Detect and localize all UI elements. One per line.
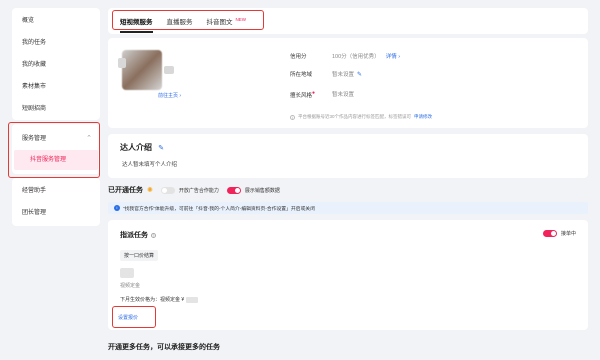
sidebar-item-my-tasks[interactable]: 我的任务 (12, 32, 100, 54)
accept-orders-toggle[interactable] (542, 230, 557, 237)
region-label: 所在地域 (290, 72, 313, 78)
homepage-link[interactable]: 前往主页 › (158, 92, 181, 99)
settlement-tag: 按一口价结算 (120, 250, 159, 261)
credit-row: 信用分 100分（信用优秀） 详情 › (290, 52, 400, 60)
required-dot: ● (312, 90, 316, 96)
sidebar-item-business-assistant[interactable]: 经营助手 (12, 180, 100, 202)
intro-text: 达人暂未填写个人介绍 (122, 162, 178, 168)
blurred-id (164, 66, 174, 74)
sales-data-toggle[interactable] (226, 186, 241, 194)
blurred-name (118, 58, 126, 68)
tip-text: 平台根据账号近30个作品内容进行标签匹配，标签错误可 (298, 114, 412, 119)
sidebar-group-bottom: 经营助手 团长管理 (12, 178, 100, 226)
edit-icon[interactable]: ✎ (357, 71, 362, 78)
ad-cooperation-toggle[interactable] (160, 186, 175, 194)
avatar (122, 50, 162, 90)
services-header: 已开通任务 ✺ 开放广告合作能力 展示销售额数据 (108, 184, 588, 196)
info-icon: i (114, 205, 120, 211)
region-row: 所在地域 暂未设置 ✎ (290, 70, 362, 79)
next-month-price: 下月生效价格为：视频定金 ¥ (120, 296, 198, 303)
highlight-tabs (112, 10, 264, 30)
credit-details-link[interactable]: 详情 › (386, 52, 400, 60)
help-icon[interactable]: ? (151, 232, 156, 238)
highlight-set-price (112, 306, 156, 328)
sidebar: 概览 我的任务 我的收藏 素材集市 短剧招商 服务管理 ⌃ 抖音服务管理 经营助… (8, 8, 100, 344)
sidebar-item-material-market[interactable]: 素材集市 (12, 76, 100, 98)
notice-bar: i “找我官方合作”体能升级，可前往「抖音-我的-个人简介-编辑资料页-合作设置… (108, 202, 588, 214)
sidebar-group-top: 概览 我的任务 我的收藏 素材集市 短剧招商 (12, 8, 100, 120)
intro-card: 达人介绍 ✎ 达人暂未填写个人介绍 (108, 134, 588, 178)
next-price-text: 下月生效价格为：视频定金 ¥ (120, 297, 185, 303)
sidebar-item-favorites[interactable]: 我的收藏 (12, 54, 100, 76)
task-title-text: 指派任务 (120, 232, 148, 239)
notice-text: “找我官方合作”体能升级，可前往「抖音-我的-个人简介-编辑资料页-合作设置」开… (123, 206, 315, 212)
sidebar-item-overview[interactable]: 概览 (12, 10, 100, 32)
services-title: 已开通任务 (108, 187, 143, 194)
task-status: 接单中 (535, 230, 576, 237)
task-title: 指派任务? (120, 230, 156, 240)
info-icon: i (290, 114, 295, 120)
style-tip: i 平台根据账号近30个作品内容进行标签匹配，标签错误可 申请修改 (290, 114, 432, 120)
sidebar-item-short-drama[interactable]: 短剧招商 (12, 98, 100, 120)
style-row: 擅长风格● 暂未设置 (290, 90, 354, 99)
sidebar-item-leader-management[interactable]: 团长管理 (12, 202, 100, 224)
bulb-icon: ✺ (147, 187, 153, 194)
apply-modify-link[interactable]: 申请修改 (414, 114, 432, 120)
region-value: 暂未设置 (332, 72, 355, 78)
credit-label: 信用分 (290, 54, 307, 60)
more-tasks-title: 开通更多任务，可以承接更多的任务 (108, 344, 220, 351)
blurred-price (120, 268, 134, 278)
assign-task-card: 指派任务? 接单中 按一口价结算 视频定金 下月生效价格为：视频定金 ¥ 设置报… (108, 220, 588, 330)
style-label-text: 擅长风格 (290, 92, 313, 99)
ad-cooperation-label: 开放广告合作能力 (178, 187, 219, 194)
accept-orders-label: 接单中 (560, 231, 576, 237)
edit-icon[interactable]: ✎ (158, 145, 164, 152)
style-label: 擅长风格● (290, 90, 332, 99)
sales-data-label: 展示销售额数据 (244, 187, 280, 194)
price-label: 视频定金 (120, 283, 141, 289)
blurred-amount (185, 296, 198, 303)
profile-card: 前往主页 › 信用分 100分（信用优秀） 详情 › 所在地域 暂未设置 ✎ 擅… (108, 38, 588, 128)
credit-value: 100分（信用优秀） (332, 54, 380, 60)
services-section: 已开通任务 ✺ 开放广告合作能力 展示销售额数据 i “找我官方合作”体能升级，… (108, 184, 588, 334)
highlight-service-management (8, 122, 100, 178)
intro-title-text: 达人介绍 (120, 143, 152, 152)
style-value: 暂未设置 (332, 92, 355, 99)
intro-title: 达人介绍 ✎ (120, 142, 164, 153)
